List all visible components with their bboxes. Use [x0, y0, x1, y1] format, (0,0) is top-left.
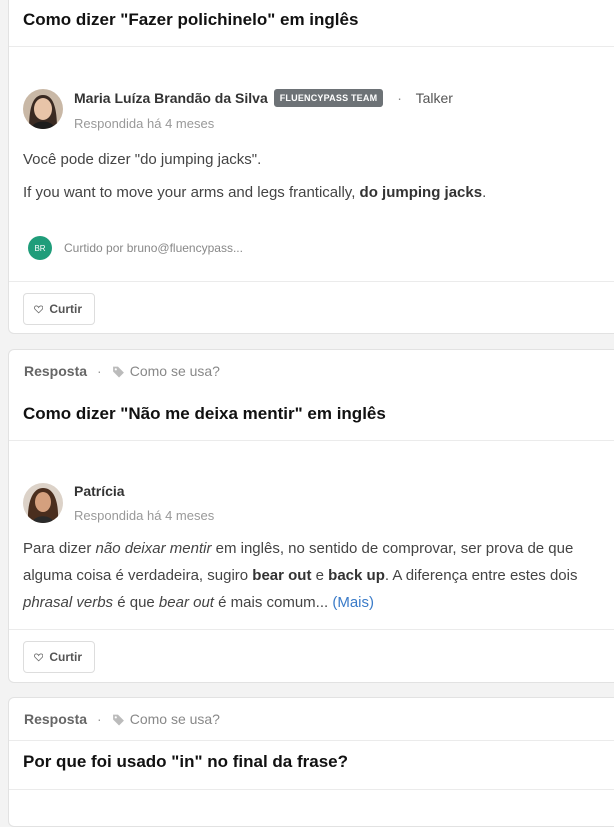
question-title[interactable]: Como dizer "Não me deixa mentir" em ingl…	[9, 404, 400, 424]
separator: ·	[397, 90, 402, 106]
answered-time: Respondida há 4 meses	[74, 116, 215, 131]
divider	[9, 46, 614, 47]
tag-icon	[112, 366, 124, 377]
question-title[interactable]: Como dizer "Fazer polichinelo" em inglês	[9, 10, 372, 30]
separator: ·	[97, 711, 102, 727]
tag-icon	[112, 714, 124, 725]
answer-card-3: Resposta · Como se usa? Por que foi usad…	[8, 697, 614, 827]
heart-icon	[34, 653, 44, 662]
liker-avatar: BR	[28, 236, 52, 260]
divider	[9, 440, 614, 441]
liked-by-text: Curtido por bruno@fluencypass...	[64, 241, 243, 255]
divider	[9, 281, 614, 282]
author-name[interactable]: Maria Luíza Brandão da Silva	[74, 90, 268, 106]
like-button[interactable]: Curtir	[23, 293, 95, 325]
answer-paragraph: If you want to move your arms and legs f…	[23, 184, 487, 201]
category-tag[interactable]: Como se usa?	[112, 363, 220, 379]
card-meta: Resposta · Como se usa?	[9, 711, 235, 727]
answer-author: Maria Luíza Brandão da Silva FLUENCYPASS…	[9, 89, 467, 131]
post-kind: Resposta	[24, 711, 88, 727]
author-role: Talker	[415, 90, 453, 106]
answer-card-2: Resposta · Como se usa? Como dizer "Não …	[8, 349, 614, 683]
bold-phrase: bear out	[252, 567, 312, 584]
author-name[interactable]: Patrícia	[74, 483, 125, 499]
divider	[9, 629, 614, 630]
like-button[interactable]: Curtir	[23, 641, 95, 673]
answered-time: Respondida há 4 meses	[74, 508, 215, 523]
like-label: Curtir	[49, 650, 82, 664]
divider	[9, 789, 614, 790]
avatar[interactable]	[23, 89, 63, 129]
answer-paragraph: Você pode dizer "do jumping jacks".	[23, 151, 262, 168]
card-meta: Resposta · Como se usa?	[9, 363, 235, 379]
answer-card-1: Como dizer "Fazer polichinelo" em inglês…	[8, 0, 614, 334]
read-more-link[interactable]: (Mais)	[332, 594, 374, 611]
question-title[interactable]: Por que foi usado "in" no final da frase…	[9, 752, 362, 772]
divider	[9, 740, 614, 741]
like-label: Curtir	[49, 302, 82, 316]
post-kind: Resposta	[24, 363, 88, 379]
heart-icon	[34, 305, 44, 314]
bold-phrase: back up	[328, 567, 385, 584]
avatar[interactable]	[23, 483, 63, 523]
separator: ·	[97, 363, 102, 379]
answer-body: Para dizer não deixar mentir em inglês, …	[23, 540, 578, 611]
team-badge: FLUENCYPASS TEAM	[273, 89, 384, 107]
category-tag[interactable]: Como se usa?	[112, 711, 220, 727]
answer-author: Patrícia Respondida há 4 meses	[9, 483, 228, 523]
bold-phrase: do jumping jacks	[359, 184, 483, 201]
liked-by[interactable]: BR Curtido por bruno@fluencypass...	[9, 236, 262, 260]
answer-body: Você pode dizer "do jumping jacks". If y…	[9, 146, 500, 206]
